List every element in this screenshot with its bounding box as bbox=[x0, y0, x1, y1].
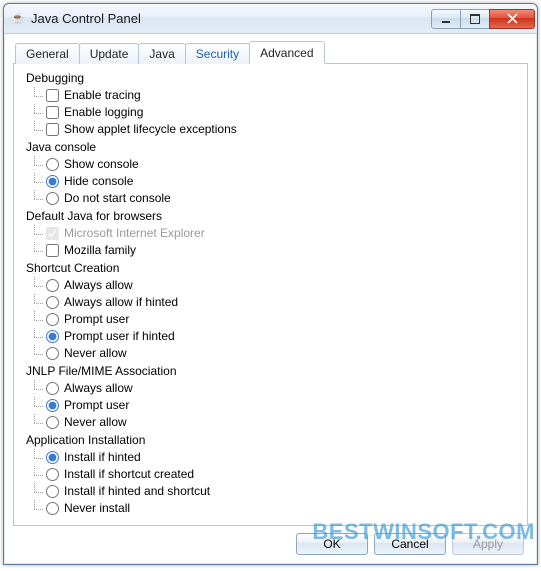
option-enable-tracing[interactable]: Enable tracing bbox=[26, 87, 521, 104]
java-icon: ☕ bbox=[10, 11, 26, 27]
option-show-applet-lifecycle[interactable]: Show applet lifecycle exceptions bbox=[26, 121, 521, 138]
option-label: Install if shortcut created bbox=[64, 466, 194, 483]
section-debugging: Debugging Enable tracing Enable logging … bbox=[26, 70, 521, 138]
tab-advanced[interactable]: Advanced bbox=[249, 41, 324, 64]
tabstrip: General Update Java Security Advanced bbox=[13, 42, 528, 64]
option-sc-always-allow-hinted[interactable]: Always allow if hinted bbox=[26, 294, 521, 311]
tab-general[interactable]: General bbox=[15, 43, 80, 64]
option-mozilla[interactable]: Mozilla family bbox=[26, 242, 521, 259]
option-jnlp-never-allow[interactable]: Never allow bbox=[26, 414, 521, 431]
option-jnlp-always-allow[interactable]: Always allow bbox=[26, 380, 521, 397]
option-ai-install-if-shortcut[interactable]: Install if shortcut created bbox=[26, 466, 521, 483]
tab-security[interactable]: Security bbox=[185, 43, 250, 64]
close-icon bbox=[507, 13, 518, 24]
window-title: Java Control Panel bbox=[31, 11, 432, 26]
option-label: Install if hinted and shortcut bbox=[64, 483, 210, 500]
window-frame: ☕ Java Control Panel General Update Java… bbox=[3, 3, 538, 565]
option-enable-logging[interactable]: Enable logging bbox=[26, 104, 521, 121]
option-label: Prompt user bbox=[64, 311, 129, 328]
option-hide-console[interactable]: Hide console bbox=[26, 173, 521, 190]
option-label: Install if hinted bbox=[64, 449, 141, 466]
dialog-buttons: OK Cancel Apply bbox=[296, 533, 524, 555]
apply-button: Apply bbox=[452, 533, 524, 555]
option-msie: Microsoft Internet Explorer bbox=[26, 225, 521, 242]
tab-java[interactable]: Java bbox=[138, 43, 185, 64]
maximize-button[interactable] bbox=[460, 9, 490, 29]
option-label: Never allow bbox=[64, 414, 127, 431]
option-label: Never install bbox=[64, 500, 130, 517]
window-controls bbox=[432, 9, 535, 29]
minimize-button[interactable] bbox=[431, 9, 461, 29]
option-label: Always allow if hinted bbox=[64, 294, 178, 311]
option-label: Prompt user bbox=[64, 397, 129, 414]
option-label: Enable logging bbox=[64, 104, 143, 121]
section-label: Shortcut Creation bbox=[26, 260, 521, 277]
option-label: Show applet lifecycle exceptions bbox=[64, 121, 237, 138]
section-label: Java console bbox=[26, 139, 521, 156]
section-label: JNLP File/MIME Association bbox=[26, 363, 521, 380]
option-label: Show console bbox=[64, 156, 139, 173]
section-label: Debugging bbox=[26, 70, 521, 87]
section-label: Execution Environment Security Settings bbox=[26, 518, 521, 521]
option-sc-never-allow[interactable]: Never allow bbox=[26, 345, 521, 362]
section-label: Application Installation bbox=[26, 432, 521, 449]
section-app-install: Application Installation Install if hint… bbox=[26, 432, 521, 517]
tab-update[interactable]: Update bbox=[79, 43, 140, 64]
option-show-console[interactable]: Show console bbox=[26, 156, 521, 173]
section-shortcut-creation: Shortcut Creation Always allow Always al… bbox=[26, 260, 521, 362]
option-ai-install-if-hinted[interactable]: Install if hinted bbox=[26, 449, 521, 466]
option-label: Do not start console bbox=[64, 190, 171, 207]
titlebar[interactable]: ☕ Java Control Panel bbox=[4, 4, 537, 34]
option-label: Microsoft Internet Explorer bbox=[64, 225, 205, 242]
option-label: Enable tracing bbox=[64, 87, 141, 104]
close-button[interactable] bbox=[489, 9, 535, 29]
option-label: Mozilla family bbox=[64, 242, 136, 259]
option-ai-install-if-hinted-shortcut[interactable]: Install if hinted and shortcut bbox=[26, 483, 521, 500]
client-area: General Update Java Security Advanced De… bbox=[4, 34, 537, 564]
section-label: Default Java for browsers bbox=[26, 208, 521, 225]
ok-button[interactable]: OK bbox=[296, 533, 368, 555]
section-default-browsers: Default Java for browsers Microsoft Inte… bbox=[26, 208, 521, 259]
option-label: Prompt user if hinted bbox=[64, 328, 175, 345]
option-sc-always-allow[interactable]: Always allow bbox=[26, 277, 521, 294]
option-label: Never allow bbox=[64, 345, 127, 362]
cancel-button[interactable]: Cancel bbox=[374, 533, 446, 555]
option-sc-prompt-user[interactable]: Prompt user bbox=[26, 311, 521, 328]
section-exec-env: Execution Environment Security Settings bbox=[26, 518, 521, 521]
option-do-not-start-console[interactable]: Do not start console bbox=[26, 190, 521, 207]
option-sc-prompt-user-hinted[interactable]: Prompt user if hinted bbox=[26, 328, 521, 345]
section-java-console: Java console Show console Hide console D… bbox=[26, 139, 521, 207]
option-label: Hide console bbox=[64, 173, 133, 190]
settings-tree[interactable]: Debugging Enable tracing Enable logging … bbox=[18, 68, 525, 521]
option-jnlp-prompt-user[interactable]: Prompt user bbox=[26, 397, 521, 414]
option-ai-never-install[interactable]: Never install bbox=[26, 500, 521, 517]
option-label: Always allow bbox=[64, 277, 133, 294]
tab-panel-advanced: Debugging Enable tracing Enable logging … bbox=[13, 64, 528, 526]
option-label: Always allow bbox=[64, 380, 133, 397]
section-jnlp: JNLP File/MIME Association Always allow … bbox=[26, 363, 521, 431]
